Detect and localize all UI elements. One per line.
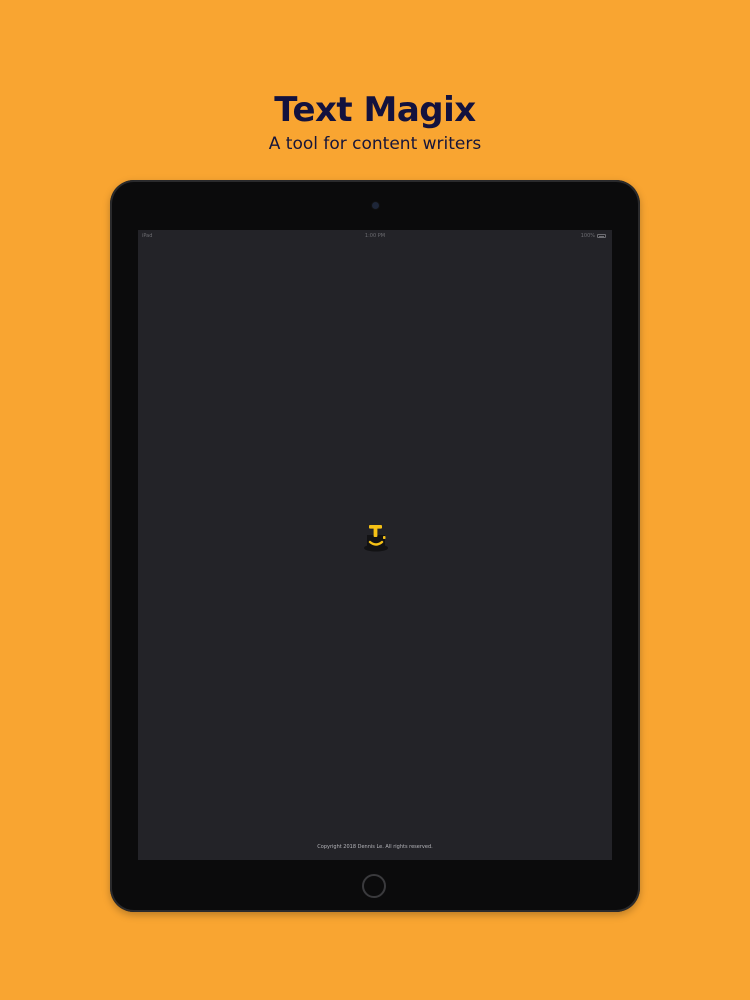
ipad-device-frame: iPad 1:00 PM 100% Copyright 2018 Dennis … [110,180,640,912]
app-title: Text Magix [274,90,476,130]
ipad-screen: iPad 1:00 PM 100% Copyright 2018 Dennis … [138,230,612,860]
battery-icon [597,234,606,238]
home-button[interactable] [362,874,386,898]
text-magix-hat-icon [364,525,388,552]
status-battery: 100% [581,233,606,239]
status-bar: iPad 1:00 PM 100% [138,230,612,242]
status-time: 1:00 PM [364,233,386,239]
front-camera [372,202,379,209]
copyright-text: Copyright 2018 Dennis Le. All rights res… [317,844,433,850]
app-subtitle: A tool for content writers [268,134,482,154]
battery-percent: 100% [580,233,595,239]
